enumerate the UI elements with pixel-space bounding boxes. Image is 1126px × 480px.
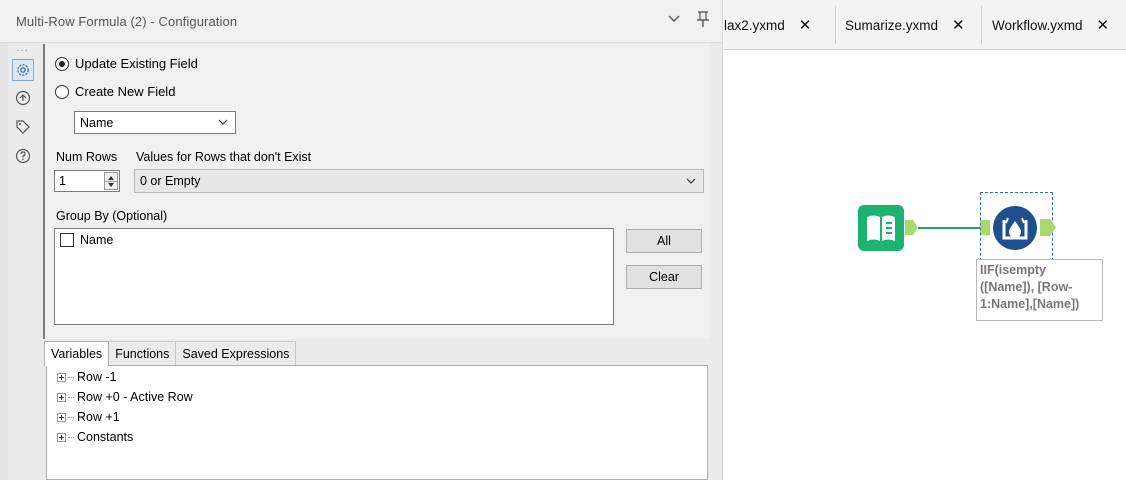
collapse-chevron-icon[interactable] xyxy=(667,12,681,26)
annotation-button[interactable] xyxy=(12,87,34,109)
doc-tab-workflow[interactable]: Workflow.yxmd ✕ xyxy=(992,0,1109,50)
expand-plus-icon[interactable] xyxy=(57,412,66,422)
tree-item-row-0[interactable]: Row +0 - Active Row xyxy=(57,390,193,404)
configuration-gear-button[interactable] xyxy=(12,59,34,81)
panel-header: Multi-Row Formula (2) - Configuration xyxy=(0,0,722,43)
clear-button[interactable]: Clear xyxy=(626,265,702,289)
config-sidebar: ··· xyxy=(8,43,44,480)
config-body: Update Existing Field Create New Field N… xyxy=(43,44,710,339)
doc-tab-label: Sumarize.yxmd xyxy=(845,17,939,33)
tab-functions[interactable]: Functions xyxy=(108,341,177,365)
chevron-down-icon xyxy=(686,178,696,184)
group-by-checkbox[interactable] xyxy=(60,233,74,247)
rail-grip-icon[interactable]: ··· xyxy=(16,45,29,56)
create-new-field-option[interactable]: Create New Field xyxy=(55,84,175,99)
tree-item-label: Constants xyxy=(77,430,134,444)
help-button[interactable] xyxy=(12,145,34,167)
input-data-tool-icon[interactable] xyxy=(858,205,904,251)
stepper-down-icon[interactable] xyxy=(108,183,114,187)
tab-saved-expressions[interactable]: Saved Expressions xyxy=(175,341,297,365)
update-existing-field-option[interactable]: Update Existing Field xyxy=(55,56,198,71)
panel-title: Multi-Row Formula (2) - Configuration xyxy=(16,14,238,29)
group-by-list[interactable]: Name xyxy=(54,228,614,325)
tool-annotation: IIF(isempty ([Name]), [Row- 1:Name],[Nam… xyxy=(976,259,1103,321)
output-anchor-icon[interactable] xyxy=(1040,219,1056,236)
tree-item-label: Row +0 - Active Row xyxy=(77,390,193,404)
document-tab-bar: lax2.yxmd ✕ Sumarize.yxmd ✕ Workflow.yxm… xyxy=(724,0,1126,50)
expression-tabs: Variables Functions Saved Expressions xyxy=(44,341,297,366)
tree-item-label: Row -1 xyxy=(77,370,117,384)
help-icon xyxy=(15,148,31,164)
expand-plus-icon[interactable] xyxy=(57,372,66,382)
configuration-panel: Multi-Row Formula (2) - Configuration ··… xyxy=(0,0,723,480)
output-anchor-icon[interactable] xyxy=(905,220,918,235)
update-existing-radio[interactable] xyxy=(55,56,69,71)
doc-tab-sumarize[interactable]: Sumarize.yxmd ✕ xyxy=(845,0,965,50)
close-icon[interactable]: ✕ xyxy=(952,16,965,34)
group-by-item-label: Name xyxy=(80,233,114,247)
num-rows-label: Num Rows xyxy=(56,150,118,164)
tree-item-row-plus-1[interactable]: Row +1 xyxy=(57,410,120,424)
chevron-down-icon xyxy=(218,119,228,125)
num-rows-value[interactable]: 1 xyxy=(59,174,66,188)
field-select-value: Name xyxy=(80,115,114,130)
create-new-label: Create New Field xyxy=(75,84,176,99)
tree-item-constants[interactable]: Constants xyxy=(57,430,133,444)
doc-tab-lax2[interactable]: lax2.yxmd ✕ xyxy=(724,0,811,50)
tab-variables[interactable]: Variables xyxy=(44,341,110,366)
arrow-circle-icon xyxy=(15,90,31,106)
stepper-buttons[interactable] xyxy=(104,172,118,190)
group-by-label: Group By (Optional) xyxy=(56,209,168,223)
expand-plus-icon[interactable] xyxy=(57,392,66,402)
multi-row-formula-tool-icon[interactable] xyxy=(991,205,1039,251)
gear-icon xyxy=(17,64,29,76)
values-for-rows-select[interactable]: 0 or Empty xyxy=(134,169,704,193)
close-icon[interactable]: ✕ xyxy=(1097,16,1110,34)
doc-tab-label: Workflow.yxmd xyxy=(992,17,1083,33)
create-new-radio[interactable] xyxy=(55,84,69,99)
values-for-rows-value: 0 or Empty xyxy=(140,174,201,188)
stepper-up-icon[interactable] xyxy=(108,176,114,180)
field-select[interactable]: Name xyxy=(74,111,236,134)
group-by-item-name[interactable]: Name xyxy=(60,233,113,247)
connection-line[interactable] xyxy=(918,227,980,229)
pin-icon[interactable] xyxy=(695,10,711,28)
close-icon[interactable]: ✕ xyxy=(799,16,812,34)
tag-icon xyxy=(16,120,30,134)
tree-item-label: Row +1 xyxy=(77,410,120,424)
variables-tree[interactable]: Row -1 Row +0 - Active Row Row +1 Consta… xyxy=(46,365,708,480)
expand-plus-icon[interactable] xyxy=(57,432,66,442)
tree-item-row-minus-1[interactable]: Row -1 xyxy=(57,370,117,384)
values-for-rows-label: Values for Rows that don't Exist xyxy=(136,150,312,164)
panel-edge xyxy=(0,43,8,480)
doc-tab-label: lax2.yxmd xyxy=(724,17,785,33)
num-rows-stepper[interactable]: 1 xyxy=(54,170,120,192)
meta-info-button[interactable] xyxy=(12,116,34,138)
update-existing-label: Update Existing Field xyxy=(75,56,198,71)
select-all-button[interactable]: All xyxy=(626,229,702,253)
